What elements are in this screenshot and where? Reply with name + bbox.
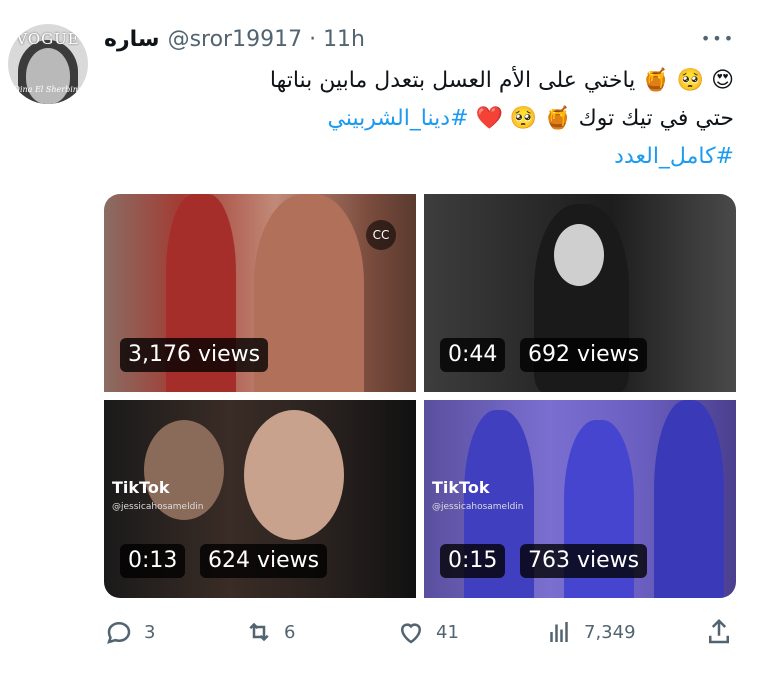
face-shape — [244, 410, 344, 540]
views-badge: 624 views — [200, 544, 328, 578]
person-shape — [254, 194, 364, 392]
duration-badge: 0:44 — [440, 338, 506, 372]
video-tile-3[interactable]: TikTok @jessicahosameldin 0:13 624 views — [104, 400, 416, 598]
tiktok-user: @jessicahosameldin — [112, 502, 204, 512]
views-badge: 763 views — [520, 544, 648, 578]
user-handle[interactable]: @sror19917 — [168, 27, 303, 52]
retweet-icon — [249, 622, 269, 642]
tiktok-watermark: TikTok — [112, 478, 170, 497]
like-button[interactable]: 41 — [396, 618, 459, 646]
face-shape — [554, 224, 604, 286]
reply-button[interactable]: 3 — [104, 618, 155, 646]
share-icon — [709, 618, 729, 644]
reply-icon — [107, 621, 131, 644]
more-icon[interactable]: ••• — [701, 26, 733, 50]
video-tile-2[interactable]: 0:44 692 views — [424, 194, 736, 392]
video-tile-1[interactable]: CC 3,176 views — [104, 194, 416, 392]
duration-badge: 0:15 — [440, 544, 506, 578]
retweet-count: 6 — [284, 621, 296, 643]
separator-dot: · — [302, 26, 324, 52]
duration-badge: 0:13 — [120, 544, 186, 578]
share-button[interactable] — [704, 618, 744, 646]
display-name[interactable]: ساره — [104, 27, 160, 52]
captions-icon[interactable]: CC — [366, 220, 396, 250]
hashtag-dina[interactable]: #دينا_الشربيني — [327, 106, 468, 131]
tiktok-user: @jessicahosameldin — [432, 502, 524, 512]
like-count: 41 — [436, 621, 459, 643]
reply-count: 3 — [144, 621, 156, 643]
video-tile-4[interactable]: TikTok @jessicahosameldin 0:15 763 views — [424, 400, 736, 598]
views-badge: 692 views — [520, 338, 648, 372]
avatar[interactable]: VOGUE Dina El Sherbiny — [8, 24, 88, 104]
views-button[interactable]: 7,349 — [544, 618, 636, 646]
tweet-header: ساره @sror19917 · 11h — [104, 24, 365, 54]
tweet-text-line-2-plain: حتي في تيك توك 🍯 🥺 ❤️ — [475, 106, 735, 131]
retweet-button[interactable]: 6 — [244, 618, 295, 646]
tweet-time[interactable]: 11h — [323, 27, 365, 52]
action-bar: 3 6 41 7,349 — [104, 612, 736, 652]
tweet-text-line-2: حتي في تيك توك 🍯 🥺 ❤️ #دينا_الشربيني — [94, 100, 734, 138]
media-grid: CC 3,176 views 0:44 692 views TikTok @je… — [104, 194, 736, 598]
hashtag-kamel[interactable]: #كامل_العدد — [94, 138, 734, 176]
avatar-face — [26, 48, 70, 104]
views-count: 7,349 — [584, 621, 636, 643]
person-shape — [654, 400, 724, 598]
tweet-text: 😍 🥺 🍯 ياختي على الأم العسل بتعدل مابين ب… — [94, 62, 734, 176]
tiktok-watermark: TikTok — [432, 478, 490, 497]
like-icon — [400, 623, 422, 644]
tweet-text-line-1: 😍 🥺 🍯 ياختي على الأم العسل بتعدل مابين ب… — [269, 68, 734, 93]
analytics-icon — [550, 622, 568, 642]
avatar-signature: Dina El Sherbiny — [13, 85, 83, 94]
avatar-logo: VOGUE — [16, 30, 80, 48]
views-badge: 3,176 views — [120, 338, 269, 372]
